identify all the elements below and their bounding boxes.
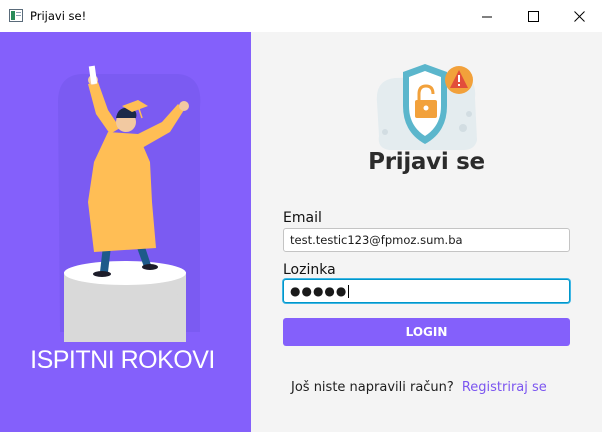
- register-prompt: Još niste napravili račun? Registriraj se: [291, 380, 547, 395]
- window-titlebar: Prijavi se!: [0, 0, 602, 32]
- minimize-button[interactable]: [464, 0, 510, 32]
- close-icon: [573, 10, 585, 22]
- password-value: ●●●●●: [290, 284, 348, 298]
- email-field[interactable]: test.testic123@fpmoz.sum.ba: [283, 228, 570, 252]
- close-button[interactable]: [556, 0, 602, 32]
- email-label: Email: [283, 210, 322, 226]
- app-name: ISPITNI ROKOVI: [30, 346, 215, 374]
- login-form-panel: Prijavi se Email test.testic123@fpmoz.su…: [251, 32, 602, 432]
- password-label: Lozinka: [283, 262, 336, 278]
- maximize-icon: [527, 10, 539, 22]
- app-window-icon: [9, 9, 23, 22]
- maximize-button[interactable]: [510, 0, 556, 32]
- shield-lock-illustration: [376, 64, 477, 150]
- no-account-text: Još niste napravili račun?: [291, 380, 454, 395]
- left-panel: ISPITNI ROKOVI: [0, 32, 251, 432]
- text-caret: [348, 284, 350, 298]
- form-title: Prijavi se: [368, 149, 485, 175]
- password-field[interactable]: ●●●●●: [283, 279, 570, 303]
- register-link[interactable]: Registriraj se: [462, 380, 547, 395]
- graduate-illustration: [58, 65, 201, 342]
- login-button[interactable]: LOGIN: [283, 318, 570, 346]
- minimize-icon: [481, 16, 492, 17]
- window-title: Prijavi se!: [30, 9, 87, 23]
- email-value: test.testic123@fpmoz.sum.ba: [290, 233, 463, 247]
